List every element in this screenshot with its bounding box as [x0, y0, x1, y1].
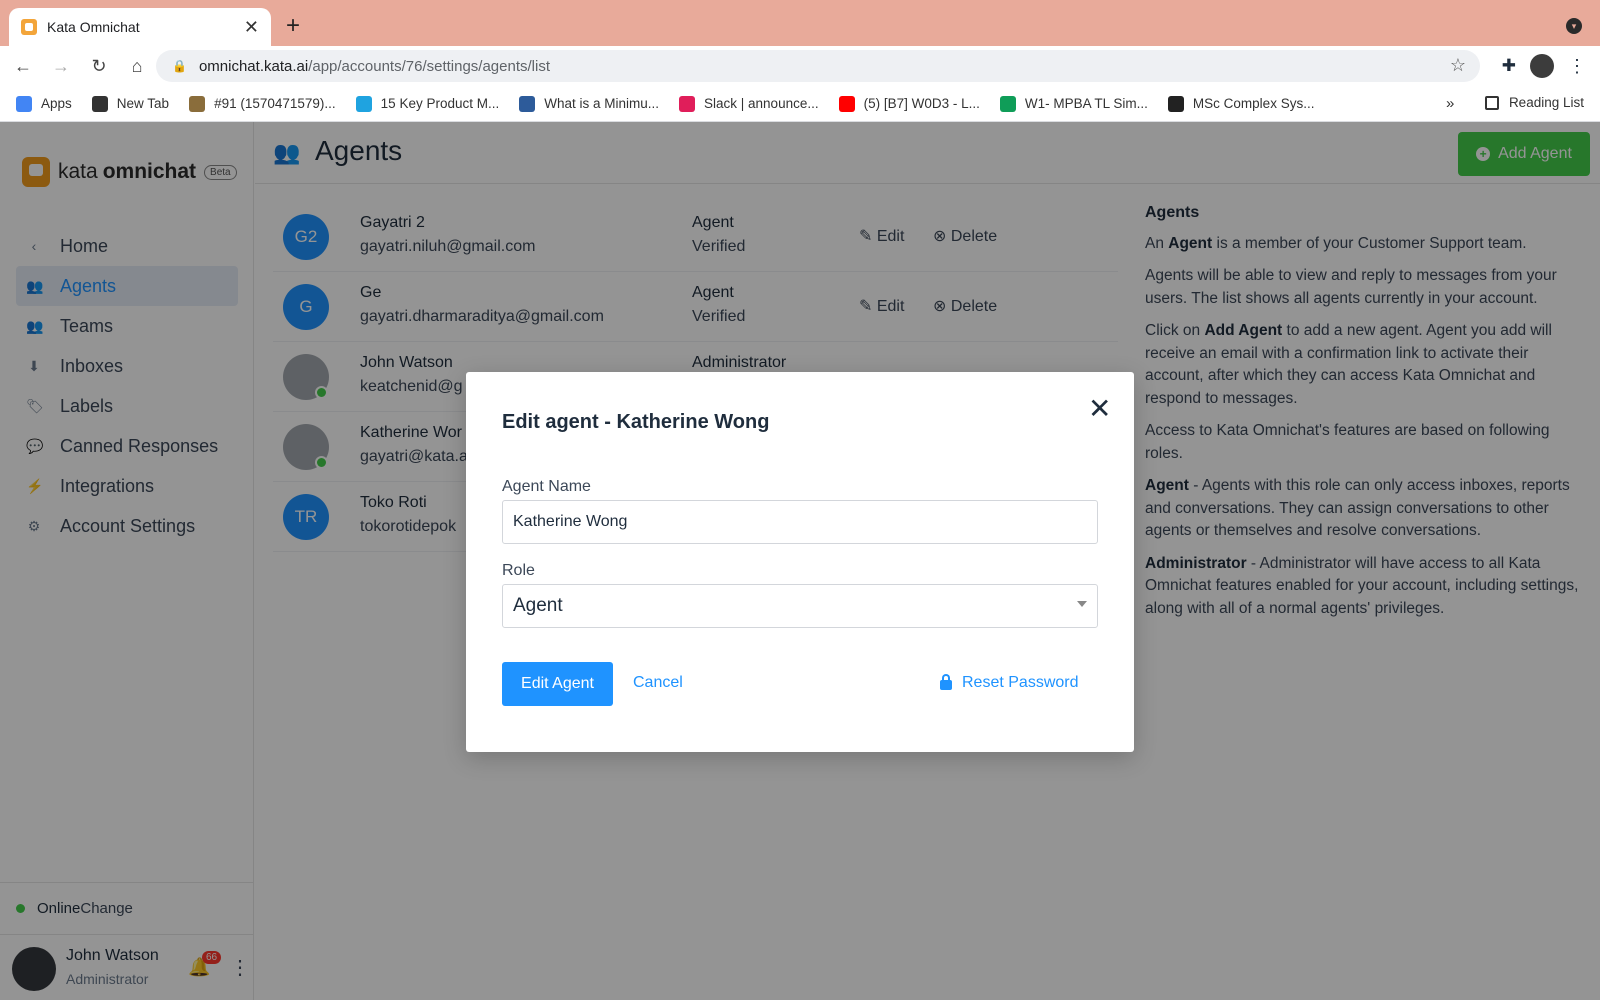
browser-toolbar: ← → ↻ ⌂ 🔒 omnichat.kata.ai/app/accounts/… — [0, 46, 1600, 86]
role-label: Role — [502, 562, 535, 579]
bookmark-item[interactable]: New Tab — [91, 95, 170, 112]
bookmark-item[interactable]: (5) [B7] W0D3 - L... — [838, 95, 980, 112]
bookmark-favicon-icon — [16, 95, 32, 112]
bookmark-favicon-icon — [679, 95, 696, 112]
bookmarks-bar: Apps New Tab #91 (1570471579)... 15 Key Pro… — [0, 86, 1600, 122]
cancel-button[interactable]: Cancel — [633, 674, 683, 692]
bookmarks-overflow-button[interactable]: » — [1446, 95, 1454, 112]
browser-tab-strip: Kata Omnichat ✕ + ▾ — [0, 0, 1600, 46]
extensions-icon[interactable]: ✚ — [1502, 56, 1516, 76]
tab-close-icon[interactable]: ✕ — [244, 17, 259, 38]
edit-agent-modal: Edit agent - Katherine Wong ✕ Agent Name… — [466, 372, 1134, 752]
agent-name-label: Agent Name — [502, 478, 591, 495]
bookmark-label: New Tab — [116, 96, 170, 111]
bookmark-item[interactable]: MSc Complex Sys... — [1167, 95, 1315, 112]
tab-title: Kata Omnichat — [47, 19, 140, 35]
modal-title: Edit agent - Katherine Wong — [502, 411, 770, 433]
bookmark-favicon-icon — [838, 95, 855, 112]
bookmark-label: Slack | announce... — [704, 96, 819, 111]
browser-tab[interactable]: Kata Omnichat ✕ — [9, 8, 271, 46]
forward-icon[interactable]: → — [46, 56, 76, 77]
url-host: omnichat.kata.ai — [198, 57, 309, 75]
bookmark-favicon-icon — [189, 95, 206, 112]
reading-list-button[interactable]: Reading List — [1484, 95, 1584, 110]
address-bar[interactable]: 🔒 omnichat.kata.ai/app/accounts/76/setti… — [156, 50, 1480, 82]
bookmark-favicon-icon — [1167, 95, 1184, 112]
bookmark-item[interactable]: Apps — [16, 95, 72, 112]
bookmark-label: (5) [B7] W0D3 - L... — [863, 96, 980, 111]
edit-agent-submit-button[interactable]: Edit Agent — [502, 662, 613, 706]
reload-icon[interactable]: ↻ — [84, 56, 114, 77]
bookmark-star-icon[interactable]: ☆ — [1450, 55, 1466, 76]
kata-favicon-icon — [21, 19, 37, 35]
reset-password-button[interactable]: Reset Password — [940, 674, 1079, 692]
bookmark-label: MSc Complex Sys... — [1192, 96, 1315, 111]
reading-list-icon — [1484, 95, 1499, 110]
close-icon[interactable]: ✕ — [1088, 392, 1111, 425]
bookmark-item[interactable]: W1- MPBA TL Sim... — [999, 95, 1148, 112]
lock-icon[interactable]: 🔒 — [172, 59, 187, 73]
bookmark-item[interactable]: #91 (1570471579)... — [189, 95, 336, 112]
caret-down-icon — [1077, 601, 1087, 607]
bookmark-label: W1- MPBA TL Sim... — [1024, 96, 1148, 111]
browser-menu-icon[interactable]: ⋮ — [1568, 56, 1586, 77]
bookmark-favicon-icon — [519, 95, 536, 112]
bookmark-favicon-icon — [91, 95, 108, 112]
tab-search-icon[interactable]: ▾ — [1566, 18, 1582, 34]
profile-avatar[interactable] — [1530, 54, 1554, 78]
role-select[interactable]: Agent — [502, 584, 1098, 628]
bookmark-label: What is a Minimu... — [544, 96, 660, 111]
bookmark-favicon-icon — [355, 95, 372, 112]
toolbar-actions: ✚ ⋮ — [1502, 46, 1600, 86]
home-icon[interactable]: ⌂ — [122, 56, 152, 77]
lock-icon — [940, 674, 952, 690]
bookmark-item[interactable]: Slack | announce... — [679, 95, 819, 112]
bookmark-item[interactable]: 15 Key Product M... — [355, 95, 500, 112]
url-path: /app/accounts/76/settings/agents/list — [308, 57, 551, 75]
bookmark-item[interactable]: What is a Minimu... — [519, 95, 660, 112]
bookmark-favicon-icon — [999, 95, 1016, 112]
bookmark-label: Apps — [41, 96, 72, 111]
role-selected-value: Agent — [513, 595, 563, 616]
bookmark-label: 15 Key Product M... — [380, 96, 500, 111]
reset-password-label: Reset Password — [962, 674, 1079, 691]
bookmark-label: #91 (1570471579)... — [214, 96, 336, 111]
agent-name-input[interactable] — [502, 500, 1098, 544]
back-icon[interactable]: ← — [8, 56, 38, 77]
new-tab-button[interactable]: + — [286, 12, 300, 40]
reading-list-label: Reading List — [1508, 95, 1584, 110]
